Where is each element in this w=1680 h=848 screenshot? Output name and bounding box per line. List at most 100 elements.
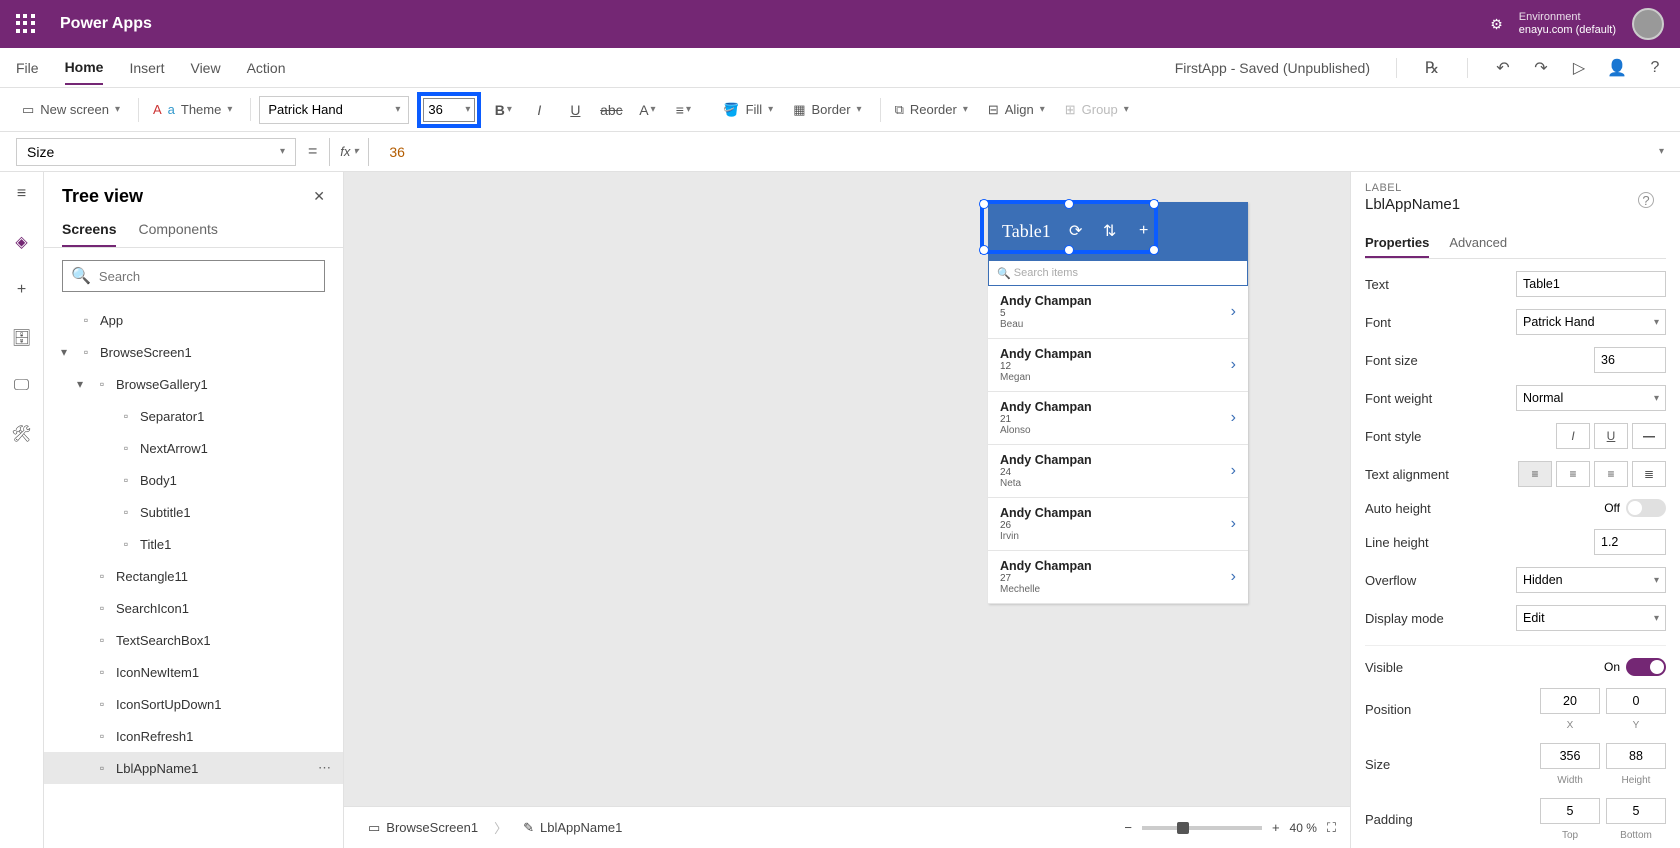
align-right-button[interactable]: ≡	[1594, 461, 1628, 487]
prop-width-input[interactable]	[1540, 743, 1600, 769]
fx-button[interactable]: fx ▾	[329, 138, 369, 166]
screen-search[interactable]: 🔍 Search items	[988, 260, 1248, 286]
prop-display-mode-select[interactable]: Edit▾	[1516, 605, 1666, 631]
bold-button[interactable]: B▾	[489, 96, 517, 124]
menu-file[interactable]: File	[16, 52, 39, 84]
tree-item[interactable]: ▫IconNewItem1	[44, 656, 343, 688]
fill-button[interactable]: 🪣 Fill ▾	[717, 98, 779, 122]
waffle-icon[interactable]	[16, 14, 36, 34]
crumb-screen[interactable]: ▭ BrowseScreen1	[358, 816, 488, 840]
align-button[interactable]: ⊟ Align ▾	[982, 98, 1051, 122]
zoom-slider[interactable]	[1142, 826, 1262, 830]
prop-overflow-select[interactable]: Hidden▾	[1516, 567, 1666, 593]
rail-data-icon[interactable]: 🗄	[12, 328, 32, 348]
chevron-right-icon[interactable]: ›	[1231, 568, 1236, 586]
prop-text-input[interactable]	[1516, 271, 1666, 297]
chevron-right-icon[interactable]: ›	[1231, 356, 1236, 374]
new-screen-button[interactable]: ▭ New screen ▾	[16, 98, 126, 122]
prop-y-input[interactable]	[1606, 688, 1666, 714]
visible-toggle[interactable]	[1626, 658, 1666, 676]
prop-font-size-input[interactable]	[1594, 347, 1666, 373]
app-checker-icon[interactable]: ℞	[1423, 59, 1441, 77]
font-color-button[interactable]: A▾	[633, 96, 661, 124]
gallery-item[interactable]: Andy Champan12Megan›	[988, 339, 1248, 392]
rail-tree-icon[interactable]: ◈	[12, 232, 32, 252]
tree-item[interactable]: ▾▫BrowseScreen1	[44, 336, 343, 368]
menu-action[interactable]: Action	[247, 52, 286, 84]
align-center-button[interactable]: ≡	[1556, 461, 1590, 487]
italic-button[interactable]: I	[525, 96, 553, 124]
tree-item[interactable]: ▫IconRefresh1	[44, 720, 343, 752]
prop-height-input[interactable]	[1606, 743, 1666, 769]
chevron-right-icon[interactable]: ›	[1231, 303, 1236, 321]
undo-icon[interactable]: ↶	[1494, 59, 1512, 77]
tree-item[interactable]: ▫Subtitle1	[44, 496, 343, 528]
prop-pad-top-input[interactable]	[1540, 798, 1600, 824]
tree-item[interactable]: ▫LblAppName1⋯	[44, 752, 343, 784]
tree-item[interactable]: ▫App	[44, 304, 343, 336]
rail-tools-icon[interactable]: 🛠	[12, 424, 32, 444]
tree-item[interactable]: ▫Body1	[44, 464, 343, 496]
border-button[interactable]: ▦ Border ▾	[787, 98, 867, 122]
font-size-select[interactable]: 36▾	[423, 98, 475, 122]
environment-icon[interactable]: ⚙	[1490, 16, 1503, 33]
style-underline-button[interactable]: U	[1594, 423, 1628, 449]
selected-label-text[interactable]: Table1	[998, 221, 1051, 242]
gallery-item[interactable]: Andy Champan5Beau›	[988, 286, 1248, 339]
tree-item[interactable]: ▫TextSearchBox1	[44, 624, 343, 656]
tree-item[interactable]: ▾▫BrowseGallery1	[44, 368, 343, 400]
text-align-button[interactable]: ≡▾	[669, 96, 697, 124]
formula-expand-icon[interactable]: ▾	[1659, 146, 1664, 157]
underline-button[interactable]: U	[561, 96, 589, 124]
gallery-item[interactable]: Andy Champan21Alonso›	[988, 392, 1248, 445]
prop-line-height-input[interactable]	[1594, 529, 1666, 555]
style-italic-button[interactable]: I	[1556, 423, 1590, 449]
gallery-item[interactable]: Andy Champan24Neta›	[988, 445, 1248, 498]
menu-insert[interactable]: Insert	[129, 52, 164, 84]
align-justify-button[interactable]: ≣	[1632, 461, 1666, 487]
zoom-out-icon[interactable]: −	[1124, 820, 1132, 835]
tree-close-icon[interactable]: ✕	[313, 188, 325, 205]
property-select[interactable]: Size▾	[16, 138, 296, 166]
tree-tab-screens[interactable]: Screens	[62, 221, 116, 247]
rail-hamburger-icon[interactable]: ≡	[12, 184, 32, 204]
formula-input[interactable]	[381, 138, 1647, 166]
tree-tab-components[interactable]: Components	[138, 221, 217, 247]
tree-item[interactable]: ▫SearchIcon1	[44, 592, 343, 624]
play-icon[interactable]: ▷	[1570, 59, 1588, 77]
menu-view[interactable]: View	[190, 52, 220, 84]
canvas[interactable]: Table1 ⟳ ⇅ + 🔍 Search items Andy Champan…	[344, 172, 1350, 848]
redo-icon[interactable]: ↷	[1532, 59, 1550, 77]
tree-item[interactable]: ▫IconSortUpDown1	[44, 688, 343, 720]
prop-font-select[interactable]: Patrick Hand▾	[1516, 309, 1666, 335]
font-select[interactable]: Patrick Hand▾	[259, 96, 409, 124]
tree-search-input[interactable]	[99, 269, 316, 284]
style-strike-button[interactable]: —	[1632, 423, 1666, 449]
zoom-in-icon[interactable]: +	[1272, 820, 1280, 835]
tree-item[interactable]: ▫Separator1	[44, 400, 343, 432]
align-left-button[interactable]: ≡	[1518, 461, 1552, 487]
chevron-right-icon[interactable]: ›	[1231, 409, 1236, 427]
auto-height-toggle[interactable]	[1626, 499, 1666, 517]
props-tab-advanced[interactable]: Advanced	[1449, 229, 1507, 258]
gallery-item[interactable]: Andy Champan26Irvin›	[988, 498, 1248, 551]
tree-item[interactable]: ▫Title1	[44, 528, 343, 560]
rail-media-icon[interactable]: 🖵	[12, 376, 32, 396]
prop-pad-bottom-input[interactable]	[1606, 798, 1666, 824]
prop-x-input[interactable]	[1540, 688, 1600, 714]
share-icon[interactable]: 👤	[1608, 59, 1626, 77]
props-help-icon[interactable]: ?	[1638, 192, 1654, 208]
props-tab-properties[interactable]: Properties	[1365, 229, 1429, 258]
strike-button[interactable]: abc	[597, 96, 625, 124]
tree-item[interactable]: ▫Rectangle11	[44, 560, 343, 592]
gallery-item[interactable]: Andy Champan27Mechelle›	[988, 551, 1248, 604]
crumb-control[interactable]: ✎ LblAppName1	[513, 816, 632, 840]
reorder-button[interactable]: ⧉ Reorder ▾	[889, 98, 974, 122]
rail-insert-icon[interactable]: +	[12, 280, 32, 300]
chevron-right-icon[interactable]: ›	[1231, 515, 1236, 533]
environment-info[interactable]: Environment enayu.com (default)	[1519, 11, 1616, 37]
menu-home[interactable]: Home	[65, 51, 104, 85]
fit-screen-icon[interactable]: ⛶	[1327, 820, 1336, 836]
prop-font-weight-select[interactable]: Normal▾	[1516, 385, 1666, 411]
tree-search[interactable]: 🔍	[62, 260, 325, 292]
